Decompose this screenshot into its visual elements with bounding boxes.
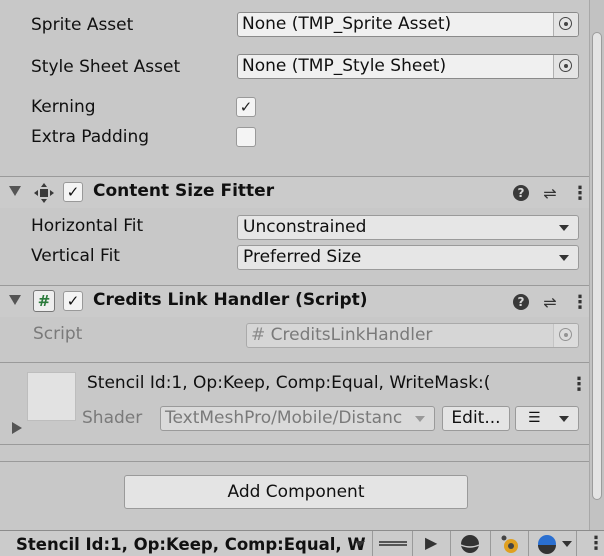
preview-mesh-button[interactable] [450, 531, 490, 556]
shader-label: Shader [82, 408, 143, 428]
dropdown-arrow-icon [562, 541, 572, 547]
header-icons: ? ⇌ ⋮ [513, 183, 589, 204]
object-picker-icon [553, 324, 578, 347]
horizontal-fit-row: Horizontal Fit Unconstrained [0, 215, 589, 241]
preview-more-button[interactable]: ⋮ [576, 531, 604, 556]
preview-more-icon: ⋮ [587, 533, 604, 554]
sprite-asset-field[interactable]: None (TMP_Sprite Asset) [237, 12, 579, 37]
script-label: Script [33, 324, 83, 344]
help-icon[interactable]: ? [513, 185, 529, 201]
more-options-icon[interactable]: ⋮ [571, 183, 589, 204]
drag-handle-icon [379, 541, 407, 546]
sphere-mesh-icon [460, 535, 480, 553]
credits-link-handler-title: Credits Link Handler (Script) [93, 290, 368, 310]
kerning-label: Kerning [31, 97, 96, 117]
horizontal-fit-value: Unconstrained [243, 217, 367, 237]
style-sheet-field[interactable]: None (TMP_Style Sheet) [237, 54, 579, 79]
shader-dropdown: TextMeshPro/Mobile/Distanc [160, 406, 435, 431]
section-divider [0, 461, 589, 462]
object-picker-icon[interactable] [553, 13, 578, 36]
style-sheet-label: Style Sheet Asset [31, 57, 181, 77]
script-field-icon: # [251, 325, 266, 345]
list-icon: ☰ [528, 410, 541, 426]
kerning-checkbox[interactable]: ✓ [236, 97, 256, 117]
preview-dropdown-arrow-icon[interactable] [355, 541, 365, 547]
content-size-fitter-title: Content Size Fitter [93, 181, 275, 201]
vertical-fit-label: Vertical Fit [31, 246, 120, 266]
shader-value: TextMeshPro/Mobile/Distanc [165, 408, 403, 428]
script-field: # CreditsLinkHandler [246, 323, 579, 348]
preview-drag-handle[interactable] [372, 531, 412, 556]
vertical-fit-dropdown[interactable]: Preferred Size [237, 245, 579, 270]
foldout-arrow-icon[interactable] [9, 186, 21, 196]
dropdown-arrow-icon [559, 225, 569, 231]
preview-material-name: Stencil Id:1, Op:Keep, Comp:Equal, W [16, 535, 366, 554]
script-icon: # [33, 290, 55, 312]
content-size-fitter-icon [34, 183, 54, 203]
preview-bar: Stencil Id:1, Op:Keep, Comp:Equal, W ▶ ⋮ [0, 530, 604, 556]
inspector-panel: Sprite Asset None (TMP_Sprite Asset) Sty… [0, 0, 589, 530]
help-icon[interactable]: ? [513, 294, 529, 310]
play-button[interactable]: ▶ [412, 531, 450, 556]
style-sheet-row: Style Sheet Asset None (TMP_Style Sheet) [0, 54, 589, 82]
play-icon: ▶ [425, 533, 438, 552]
kerning-row: Kerning ✓ [0, 96, 589, 122]
light-icon [501, 535, 518, 553]
style-sheet-value: None (TMP_Style Sheet) [242, 56, 447, 76]
extra-padding-checkbox[interactable] [236, 127, 256, 147]
credits-link-handler-enabled-checkbox[interactable]: ✓ [63, 291, 83, 311]
script-row: Script # CreditsLinkHandler [0, 323, 589, 349]
material-name: Stencil Id:1, Op:Keep, Comp:Equal, Write… [87, 373, 491, 393]
preview-light-button[interactable] [490, 531, 528, 556]
presets-icon[interactable]: ⇌ [541, 293, 559, 312]
section-divider [0, 362, 589, 363]
section-divider [0, 444, 589, 445]
extra-padding-row: Extra Padding [0, 126, 589, 152]
add-component-button[interactable]: Add Component [124, 475, 468, 509]
presets-icon[interactable]: ⇌ [541, 184, 559, 203]
extra-padding-label: Extra Padding [31, 127, 150, 147]
preview-background-button[interactable] [528, 531, 576, 556]
dropdown-arrow-icon [559, 416, 569, 422]
sprite-asset-value: None (TMP_Sprite Asset) [242, 14, 452, 34]
object-picker-icon[interactable] [553, 55, 578, 78]
credits-link-handler-header[interactable]: # ✓ Credits Link Handler (Script) ? ⇌ ⋮ [0, 285, 589, 317]
dropdown-arrow-icon [559, 255, 569, 261]
header-icons: ? ⇌ ⋮ [513, 292, 589, 313]
content-size-fitter-header[interactable]: ✓ Content Size Fitter ? ⇌ ⋮ [0, 176, 589, 208]
material-preview [27, 372, 76, 421]
material-more-icon[interactable]: ⋮ [570, 374, 588, 395]
sky-sphere-icon [538, 535, 556, 554]
shader-options-button[interactable]: ☰ [515, 406, 579, 431]
foldout-arrow-icon[interactable] [9, 295, 21, 305]
script-value: CreditsLinkHandler [270, 325, 433, 345]
vertical-fit-value: Preferred Size [243, 247, 362, 267]
more-options-icon[interactable]: ⋮ [571, 292, 589, 313]
sprite-asset-row: Sprite Asset None (TMP_Sprite Asset) [0, 12, 589, 40]
vertical-scrollbar[interactable] [589, 0, 604, 530]
content-size-fitter-enabled-checkbox[interactable]: ✓ [63, 182, 83, 202]
material-foldout-icon[interactable] [12, 422, 22, 434]
vertical-fit-row: Vertical Fit Preferred Size [0, 245, 589, 271]
horizontal-fit-dropdown[interactable]: Unconstrained [237, 215, 579, 240]
sprite-asset-label: Sprite Asset [31, 15, 134, 35]
scrollbar-thumb[interactable] [592, 32, 602, 500]
dropdown-arrow-icon [415, 416, 425, 422]
horizontal-fit-label: Horizontal Fit [31, 216, 144, 236]
edit-shader-button[interactable]: Edit... [442, 406, 510, 431]
